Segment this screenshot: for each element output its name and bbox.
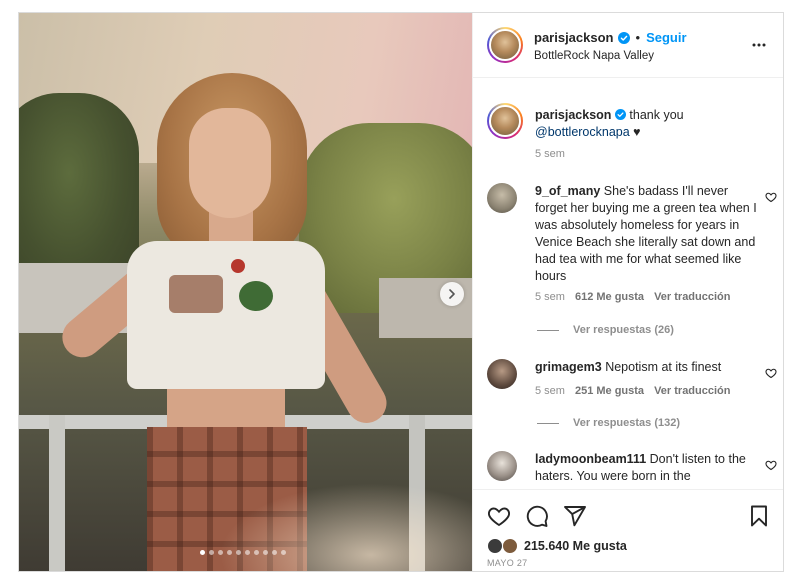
post-header: parisjackson • Seguir BottleRock Napa Va… — [473, 13, 783, 78]
heart-icon[interactable] — [765, 367, 777, 379]
post-date[interactable]: MAYO 27 — [487, 558, 527, 568]
photo-face — [189, 108, 271, 218]
view-replies-button[interactable]: Ver respuestas (132) — [537, 417, 680, 429]
carousel-dot — [227, 550, 232, 555]
author-username[interactable]: parisjackson — [534, 30, 614, 45]
caption-text-block: parisjackson thank you @bottlerocknapa ♥ — [535, 107, 757, 141]
liker-avatar — [487, 538, 503, 554]
comment-avatar[interactable] — [487, 359, 517, 389]
caption-age[interactable]: 5 sem — [535, 148, 565, 160]
post-location[interactable]: BottleRock Napa Valley — [534, 50, 654, 62]
chevron-right-icon — [449, 289, 455, 299]
carousel-dot — [200, 550, 205, 555]
translate-link[interactable]: Ver traducción — [654, 385, 730, 397]
comment-text-block: grimagem3 Nepotism at its finest — [535, 359, 757, 376]
comment-likes[interactable]: 251 Me gusta — [575, 385, 644, 397]
carousel-indicator — [200, 550, 286, 555]
post-modal: parisjackson • Seguir BottleRock Napa Va… — [18, 12, 784, 572]
caption-heart: ♥ — [629, 125, 641, 139]
caption-meta: 5 sem — [535, 148, 565, 160]
view-replies-label: Ver respuestas (132) — [573, 417, 681, 429]
more-options-icon[interactable] — [751, 37, 767, 53]
post-caption: parisjackson thank you @bottlerocknapa ♥… — [487, 93, 777, 163]
photo-waist — [167, 389, 285, 429]
post-side-panel: parisjackson • Seguir BottleRock Napa Va… — [472, 13, 783, 571]
photo-crop-top — [127, 241, 325, 389]
comment-item: grimagem3 Nepotism at its finest 5 sem 2… — [487, 359, 777, 429]
comment-avatar[interactable] — [487, 451, 517, 481]
comment-username[interactable]: 9_of_many — [535, 184, 600, 198]
comment-icon[interactable] — [525, 504, 549, 528]
photo-fence-post-left — [49, 415, 65, 571]
verified-badge-icon — [617, 31, 630, 44]
likes-summary[interactable]: 215.640 Me gusta — [487, 538, 627, 554]
comment-meta: 5 sem 251 Me gusta Ver traducción — [535, 385, 730, 397]
post-actions: 215.640 Me gusta MAYO 27 — [473, 489, 783, 571]
replies-line — [537, 422, 559, 424]
carousel-dot — [218, 550, 223, 555]
comment-meta: 5 sem 612 Me gusta Ver traducción — [535, 291, 730, 303]
comment-age[interactable]: 5 sem — [535, 291, 565, 303]
carousel-dot — [272, 550, 277, 555]
photo-patch-brown — [169, 275, 223, 313]
comment-avatar[interactable] — [487, 183, 517, 213]
comment-text: She's badass I'll never forget her buyin… — [535, 184, 757, 283]
photo-patch-red — [231, 259, 245, 273]
author-avatar[interactable] — [487, 27, 523, 63]
caption-text: thank you — [629, 108, 684, 122]
photo-patch-green — [239, 281, 273, 311]
comment-username[interactable]: ladymoonbeam111 — [535, 452, 646, 466]
comments-list[interactable]: parisjackson thank you @bottlerocknapa ♥… — [473, 79, 783, 489]
view-replies-button[interactable]: Ver respuestas (26) — [537, 324, 674, 336]
carousel-dot — [209, 550, 214, 555]
carousel-dot — [236, 550, 241, 555]
carousel-dot — [281, 550, 286, 555]
comment-likes[interactable]: 612 Me gusta — [575, 291, 644, 303]
photo-light-leak — [219, 483, 472, 571]
comment-username[interactable]: grimagem3 — [535, 360, 602, 374]
comment-age[interactable]: 5 sem — [535, 385, 565, 397]
comment-item: ladymoonbeam111 Don't listen to the hate… — [487, 451, 777, 489]
comment-item: 9_of_many She's badass I'll never forget… — [487, 183, 777, 343]
bookmark-icon[interactable] — [747, 504, 771, 528]
translate-link[interactable]: Ver traducción — [654, 291, 730, 303]
replies-line — [537, 329, 559, 331]
header-user-row: parisjackson • Seguir — [534, 30, 687, 45]
comment-text-block: 9_of_many She's badass I'll never forget… — [535, 183, 757, 285]
comment-text: Nepotism at its finest — [605, 360, 722, 374]
verified-badge-icon — [614, 109, 626, 120]
carousel-next-button[interactable] — [440, 282, 464, 306]
caption-mention[interactable]: @bottlerocknapa — [535, 125, 630, 139]
carousel-dot — [254, 550, 259, 555]
heart-icon[interactable] — [487, 504, 511, 528]
share-icon[interactable] — [563, 504, 587, 528]
liker-avatar — [502, 538, 518, 554]
post-photo[interactable] — [19, 13, 472, 571]
follow-button[interactable]: Seguir — [646, 30, 686, 45]
likes-count[interactable]: 215.640 Me gusta — [524, 539, 627, 553]
caption-avatar[interactable] — [487, 103, 523, 139]
view-replies-label: Ver respuestas (26) — [573, 324, 674, 336]
heart-icon[interactable] — [765, 191, 777, 203]
header-separator: • — [635, 30, 641, 45]
caption-username[interactable]: parisjackson — [535, 108, 611, 122]
comment-text-block: ladymoonbeam111 Don't listen to the hate… — [535, 451, 757, 485]
heart-icon[interactable] — [765, 459, 777, 471]
carousel-dot — [263, 550, 268, 555]
carousel-dot — [245, 550, 250, 555]
